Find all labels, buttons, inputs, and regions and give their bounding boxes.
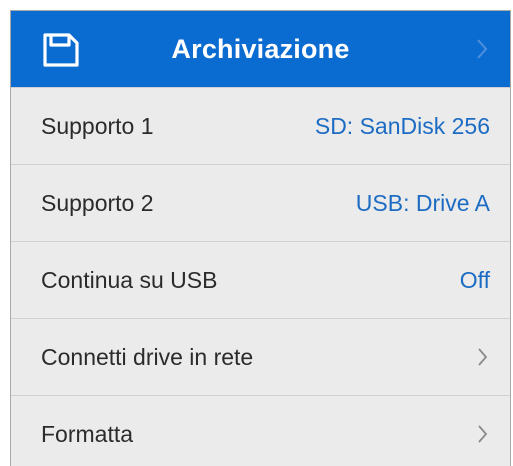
- row-label: Supporto 1: [41, 112, 154, 139]
- row-value: Off: [459, 266, 490, 293]
- row-label: Formatta: [41, 420, 134, 447]
- storage-icon: [43, 33, 79, 67]
- page-title: Archiviazione: [171, 33, 350, 64]
- storage-menu-header[interactable]: Archiviazione: [11, 11, 510, 87]
- row-value: SD: SanDisk 256: [314, 112, 490, 139]
- row-value: USB: Drive A: [355, 189, 490, 216]
- row-label: Supporto 2: [41, 189, 154, 216]
- menu-row-supporto-1[interactable]: Supporto 1 SD: SanDisk 256: [11, 87, 510, 164]
- chevron-right-icon: [478, 348, 488, 366]
- menu-row-formatta[interactable]: Formatta: [11, 395, 510, 466]
- menu-row-supporto-2[interactable]: Supporto 2 USB: Drive A: [11, 164, 510, 241]
- menu-row-connetti-drive-in-rete[interactable]: Connetti drive in rete: [11, 318, 510, 395]
- chevron-right-icon: [477, 39, 488, 59]
- row-label: Continua su USB: [41, 266, 218, 293]
- chevron-right-icon: [478, 425, 488, 443]
- row-label: Connetti drive in rete: [41, 343, 254, 370]
- menu-row-continua-su-usb[interactable]: Continua su USB Off: [11, 241, 510, 318]
- storage-menu-panel: Archiviazione Supporto 1 SD: SanDisk 256…: [10, 10, 511, 466]
